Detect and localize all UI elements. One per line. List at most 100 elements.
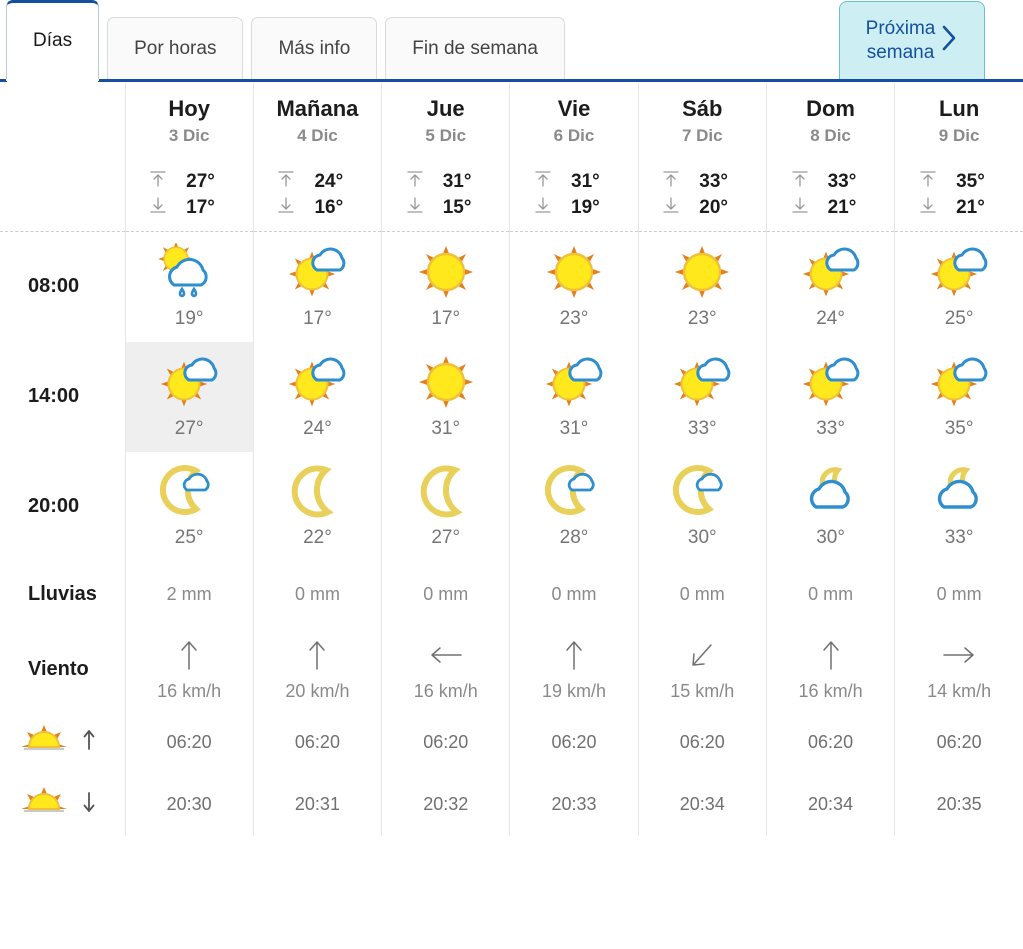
cell-0800-day1[interactable]: 17° <box>252 231 382 342</box>
temp-min-icon <box>661 195 681 221</box>
sun-cloud-icon <box>158 353 220 416</box>
cell-0800-day4[interactable]: 23° <box>637 231 767 342</box>
cell-1400-day4[interactable]: 33° <box>637 341 767 452</box>
sun-cloud-icon <box>286 353 348 416</box>
sun-cloud-icon <box>800 353 862 416</box>
row-label-0800: 08:00 <box>28 275 80 298</box>
temp-min-icon <box>918 195 938 221</box>
tab-mas-info-label: Más info <box>278 37 351 59</box>
sun-icon <box>415 353 477 416</box>
hour-row-1400: 14:00 27° 24° 31° 31° 33° 33° 35° <box>0 341 1023 452</box>
tab-mas-info[interactable]: Más info <box>251 17 378 79</box>
sun-cloud-icon <box>928 243 990 306</box>
day-minmax-4: 33° 20° <box>661 169 743 221</box>
day-header-0[interactable]: Hoy 3 Dic 27° 17° <box>124 82 254 232</box>
day-header-6[interactable]: Lun 9 Dic 35° 21° <box>894 82 1023 232</box>
temp-2000-day3: 28° <box>559 527 589 549</box>
day-name-6: Lun <box>938 96 980 121</box>
chevron-right-icon <box>941 24 958 57</box>
cell-0800-day6[interactable]: 25° <box>894 231 1023 342</box>
rain-cell-day1: 0 mm <box>252 561 382 628</box>
temp-0800-day6: 25° <box>944 308 974 330</box>
temp-2000-day5: 30° <box>816 527 845 549</box>
sun-icon <box>671 243 733 306</box>
day-header-3[interactable]: Vie 6 Dic 31° 19° <box>509 82 639 232</box>
temp-1400-day4: 33° <box>687 418 717 440</box>
sunrise-cell-day5: 06:20 <box>765 711 895 774</box>
sunset-time-day6: 20:35 <box>936 794 982 815</box>
cell-1400-day5[interactable]: 33° <box>765 341 895 452</box>
sun-cloud-icon <box>286 243 348 306</box>
sun-cloud-icon <box>671 353 733 416</box>
wind-value-day3: 19 km/h <box>541 680 607 701</box>
tab-fin-de-semana[interactable]: Fin de semana <box>385 17 565 79</box>
sunrise-cell-day4: 06:20 <box>637 711 767 774</box>
cell-1400-day6[interactable]: 35° <box>894 341 1023 452</box>
cell-2000-day4[interactable]: 30° <box>637 451 767 562</box>
temp-max-icon <box>661 169 681 195</box>
day-max-3: 31° <box>571 170 600 192</box>
sun-cloud-icon <box>543 353 605 416</box>
temp-min-icon <box>148 195 168 221</box>
sunrise-time-day6: 06:20 <box>936 732 982 753</box>
sunset-time-day3: 20:33 <box>551 794 597 815</box>
temp-max-icon <box>790 169 810 195</box>
wind-value-day0: 16 km/h <box>157 680 222 701</box>
day-name-2: Jue <box>426 96 465 121</box>
day-header-5[interactable]: Dom 8 Dic 33° 21° <box>765 82 895 232</box>
next-week-button[interactable]: Próxima semana <box>839 1 985 79</box>
cell-1400-day2[interactable]: 31° <box>381 341 510 452</box>
sunset-time-day5: 20:34 <box>808 794 854 815</box>
temp-min-icon <box>405 195 425 221</box>
cell-2000-day0[interactable]: 25° <box>124 451 254 562</box>
wind-arrow-up-icon <box>562 638 586 677</box>
day-header-2[interactable]: Jue 5 Dic 31° 15° <box>381 82 510 232</box>
day-header-1[interactable]: Mañana 4 Dic 24° 16° <box>252 82 382 232</box>
cell-0800-day2[interactable]: 17° <box>381 231 510 342</box>
sunset-row: 20:30 20:31 20:32 20:33 20:34 20:34 20:3… <box>0 773 1023 836</box>
sunset-cell-day0: 20:30 <box>124 773 254 836</box>
rain-value-day6: 0 mm <box>936 584 982 605</box>
cell-0800-day5[interactable]: 24° <box>765 231 895 342</box>
temp-max-icon <box>405 169 425 195</box>
cell-2000-day3[interactable]: 28° <box>509 451 639 562</box>
temp-2000-day1: 22° <box>303 527 332 549</box>
day-max-6: 35° <box>956 170 985 192</box>
cloud-moon-icon <box>800 464 862 525</box>
cell-2000-day5[interactable]: 30° <box>765 451 895 562</box>
day-min-0: 17° <box>186 196 215 218</box>
sunset-cell-day1: 20:31 <box>252 773 382 836</box>
day-date-3: 6 Dic <box>553 126 595 146</box>
moon-icon <box>286 464 348 525</box>
sun-cloud-rain-icon <box>156 242 222 306</box>
day-header-4[interactable]: Sáb 7 Dic 33° 20° <box>637 82 767 232</box>
day-name-5: Dom <box>806 96 855 121</box>
cell-1400-day1[interactable]: 24° <box>252 341 382 452</box>
wind-value-day1: 20 km/h <box>285 680 350 701</box>
day-minmax-5: 33° 21° <box>790 169 872 221</box>
day-name-1: Mañana <box>276 96 359 121</box>
wind-arrow-up-icon <box>305 638 329 677</box>
tab-por-horas[interactable]: Por horas <box>107 17 244 79</box>
sunset-icon <box>21 782 80 827</box>
row-label-1400: 14:00 <box>28 385 80 408</box>
tab-dias[interactable]: Días <box>6 0 100 82</box>
cell-2000-day6[interactable]: 33° <box>894 451 1023 562</box>
cell-0800-day3[interactable]: 23° <box>509 231 639 342</box>
cell-2000-day2[interactable]: 27° <box>381 451 510 562</box>
cell-1400-day0[interactable]: 27° <box>124 341 254 452</box>
wind-cell-day2: 16 km/h <box>381 627 510 712</box>
day-min-5: 21° <box>827 196 857 218</box>
sunset-cell-day2: 20:32 <box>381 773 510 836</box>
rain-cell-day5: 0 mm <box>765 561 895 628</box>
sunrise-time-day2: 06:20 <box>423 732 469 753</box>
rain-value-day5: 0 mm <box>808 584 854 605</box>
day-max-4: 33° <box>699 170 729 192</box>
temp-0800-day4: 23° <box>687 308 717 330</box>
cell-0800-day0[interactable]: 19° <box>124 231 254 342</box>
sun-icon <box>543 243 605 306</box>
rain-value-day2: 0 mm <box>423 584 469 605</box>
cell-1400-day3[interactable]: 31° <box>509 341 639 452</box>
cell-2000-day1[interactable]: 22° <box>252 451 382 562</box>
sunrise-time-day3: 06:20 <box>551 732 597 753</box>
